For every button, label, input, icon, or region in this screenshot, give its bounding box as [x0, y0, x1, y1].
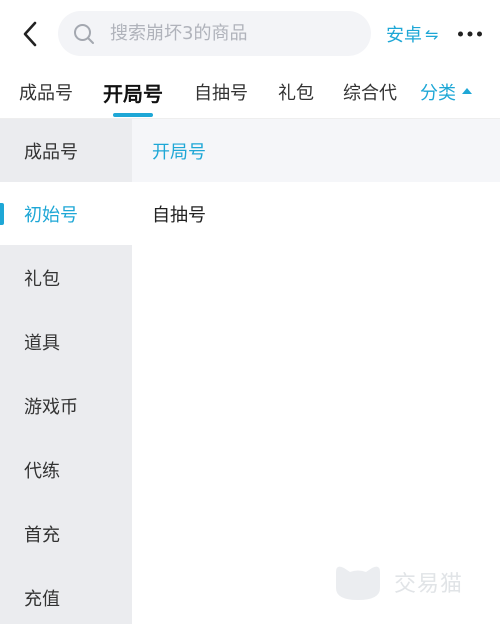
tab-bar: 成品号 开局号 自抽号 礼包 综合代 分类	[0, 68, 500, 119]
panel-header: 开局号	[132, 119, 500, 182]
active-tab-indicator	[113, 113, 153, 117]
sidebar-item-gift-pack[interactable]: 礼包	[0, 246, 132, 309]
category-toggle[interactable]: 分类	[420, 68, 472, 116]
sidebar-item-label: 首充	[24, 524, 60, 546]
active-item-indicator	[0, 203, 4, 225]
subcategory-list: 自抽号	[132, 182, 500, 624]
sidebar-item-initial-account[interactable]: 初始号	[0, 182, 132, 245]
chevron-left-icon	[23, 21, 37, 47]
sidebar-item-label: 初始号	[24, 204, 78, 226]
more-icon	[458, 31, 482, 37]
watermark: 交易猫	[330, 560, 463, 604]
tab-starter-account[interactable]: 开局号	[103, 68, 163, 116]
tab-comprehensive[interactable]: 综合代	[343, 68, 397, 116]
sidebar-item-props[interactable]: 道具	[0, 310, 132, 373]
watermark-text: 交易猫	[394, 572, 464, 597]
back-button[interactable]	[12, 16, 48, 52]
sidebar-item-recharge[interactable]: 充值	[0, 566, 132, 629]
search-bar[interactable]	[58, 11, 371, 56]
top-bar: 安卓 ⇋	[0, 0, 500, 68]
sidebar-item-first-recharge[interactable]: 首充	[0, 502, 132, 565]
caret-up-icon	[462, 88, 472, 94]
sidebar-item-label: 成品号	[24, 141, 78, 163]
sidebar-item-finished-account[interactable]: 成品号	[0, 119, 132, 182]
sidebar-item-label: 道具	[24, 332, 60, 354]
tab-gift-pack[interactable]: 礼包	[278, 68, 314, 116]
platform-label: 安卓	[386, 25, 422, 46]
search-icon	[72, 22, 96, 46]
platform-selector[interactable]: 安卓 ⇋	[386, 20, 438, 48]
category-sidebar: 成品号 初始号 礼包 道具 游戏币 代练 首充 充值	[0, 119, 132, 624]
cat-logo-icon	[336, 566, 380, 600]
sidebar-item-label: 游戏币	[24, 396, 78, 418]
subcategory-item[interactable]: 自抽号	[152, 182, 206, 245]
swap-icon: ⇋	[425, 24, 439, 44]
sidebar-item-boosting[interactable]: 代练	[0, 438, 132, 501]
subcategory-panel: 开局号 自抽号	[132, 119, 500, 624]
sidebar-item-game-currency[interactable]: 游戏币	[0, 374, 132, 437]
more-button[interactable]	[452, 20, 488, 48]
sidebar-item-label: 代练	[24, 460, 60, 482]
category-label: 分类	[420, 83, 456, 104]
tab-self-draw-account[interactable]: 自抽号	[194, 68, 248, 116]
sidebar-item-label: 礼包	[24, 268, 60, 290]
search-input[interactable]	[108, 22, 362, 45]
tab-finished-account[interactable]: 成品号	[19, 68, 73, 116]
sidebar-item-label: 充值	[24, 588, 60, 610]
